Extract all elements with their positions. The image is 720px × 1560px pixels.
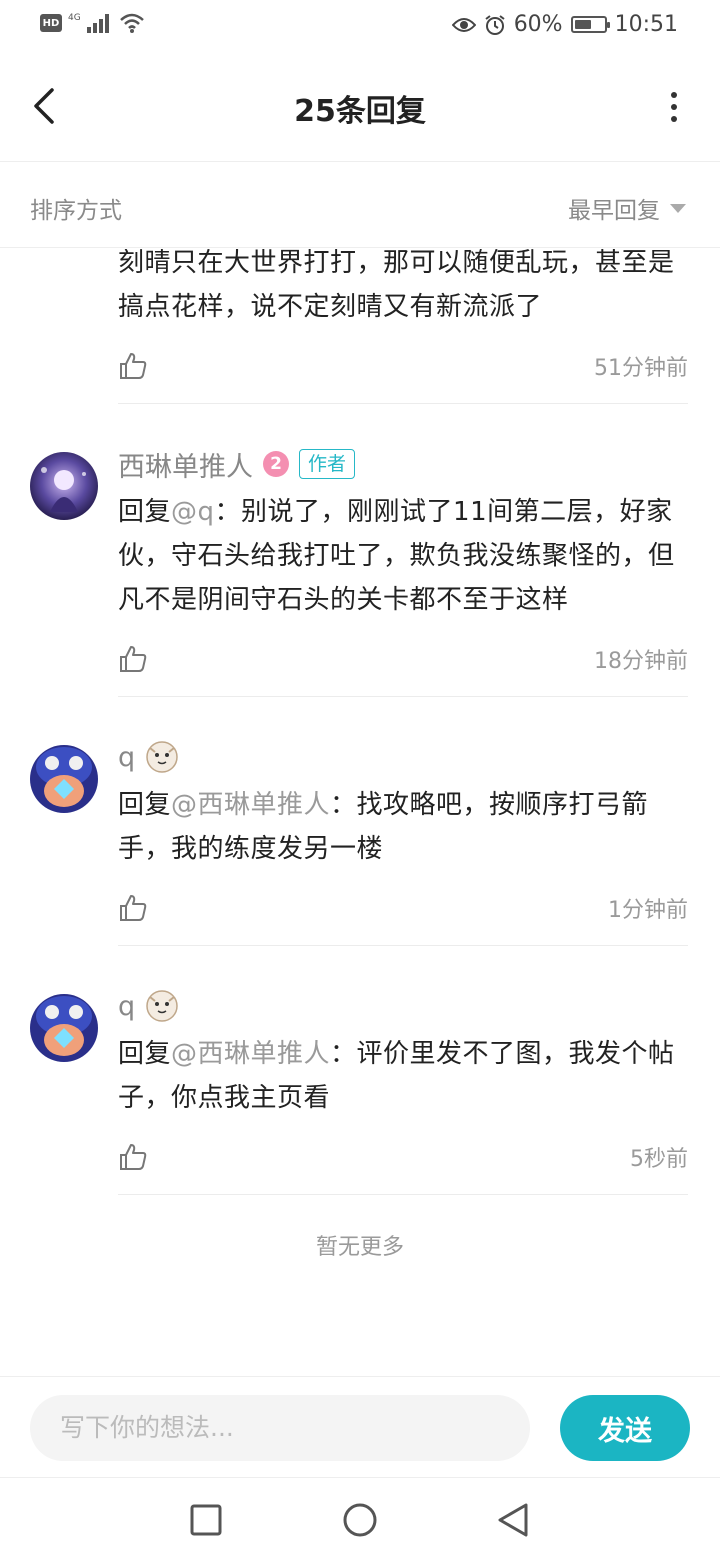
reply-item: q 回复@西琳单推人：找攻略吧，按顺序打弓箭手，我的练度发另一楼 1分钟前 <box>0 697 720 946</box>
battery-percent: 60% <box>513 12 563 37</box>
reply-time: 1分钟前 <box>608 898 688 923</box>
reply-body: q 回复@西琳单推人：评价里发不了图，我发个帖子，你点我主页看 5秒前 <box>118 986 688 1195</box>
no-more-text: 暂无更多 <box>315 1235 404 1260</box>
sort-bar: 排序方式 最早回复 <box>0 163 720 248</box>
reply-text: 回复@西琳单推人：找攻略吧，按顺序打弓箭手，我的练度发另一楼 <box>118 783 688 871</box>
level-badge: 2 <box>263 451 289 477</box>
reply-item: q 回复@西琳单推人：评价里发不了图，我发个帖子，你点我主页看 5秒前 <box>0 946 720 1195</box>
reply-item: 刻晴只在大世界打打，那可以随便乱玩，甚至是搞点花样，说不定刻晴又有新流派了 51… <box>0 249 720 404</box>
author-tag: 作者 <box>299 449 356 479</box>
reply-meta: 1分钟前 <box>118 881 688 935</box>
more-vertical-icon <box>671 92 677 122</box>
top-app-bar: 25条回复 <box>0 52 720 162</box>
reply-body: 刻晴只在大世界打打，那可以随便乱玩，甚至是搞点花样，说不定刻晴又有新流派了 51… <box>118 249 688 404</box>
reply-prefix: 回复 <box>118 790 172 820</box>
home-circle-icon[interactable] <box>340 1500 380 1540</box>
battery-level <box>574 20 592 29</box>
caret-down-icon <box>670 203 686 213</box>
reply-meta: 18分钟前 <box>118 632 688 686</box>
username[interactable]: q <box>118 742 135 773</box>
send-button[interactable]: 发送 <box>560 1395 690 1461</box>
network-type: 4G <box>68 13 81 23</box>
reply-time: 18分钟前 <box>594 649 688 674</box>
thumbs-up-icon[interactable] <box>118 351 148 381</box>
reply-prefix: 回复 <box>118 1039 172 1069</box>
alarm-icon <box>485 14 505 35</box>
status-right: 60% 10:51 <box>451 12 678 37</box>
reply-body: q 回复@西琳单推人：找攻略吧，按顺序打弓箭手，我的练度发另一楼 1分钟前 <box>118 737 688 946</box>
reply-meta: 5秒前 <box>118 1130 688 1184</box>
reply-text: 回复@西琳单推人：评价里发不了图，我发个帖子，你点我主页看 <box>118 1032 688 1120</box>
sort-label: 排序方式 <box>30 198 122 224</box>
wifi-icon <box>119 13 144 33</box>
back-triangle-icon[interactable] <box>494 1500 534 1540</box>
reply-header: q <box>118 986 688 1026</box>
avatar-image <box>30 745 98 813</box>
reply-input[interactable]: 写下你的想法... <box>30 1395 530 1461</box>
sort-value: 最早回复 <box>568 198 660 224</box>
battery-icon <box>570 16 610 33</box>
reply-header: 西琳单推人 2 作者 <box>118 444 688 484</box>
avatar[interactable] <box>30 452 98 520</box>
character-medal-icon <box>146 741 178 773</box>
reply-text: 回复@q：别说了，刚刚试了11间第二层，好家伙，守石头给我打吐了，欺负我没练聚怪… <box>118 490 688 622</box>
avatar-image <box>30 452 98 520</box>
clock: 10:51 <box>614 12 678 37</box>
reply-input-bar: 写下你的想法... 发送 <box>0 1376 720 1477</box>
status-left: HD 4G <box>40 12 145 34</box>
thumbs-up-icon[interactable] <box>118 644 148 674</box>
reply-text: 刻晴只在大世界打打，那可以随便乱玩，甚至是搞点花样，说不定刻晴又有新流派了 <box>118 249 675 322</box>
avatar[interactable] <box>30 994 98 1062</box>
reply-prefix: 回复 <box>118 497 172 527</box>
reply-time: 51分钟前 <box>594 356 688 381</box>
avatar-image <box>30 994 98 1062</box>
signal-icon <box>86 14 109 33</box>
reply-header: q <box>118 737 688 777</box>
recents-square-icon[interactable] <box>186 1500 226 1540</box>
more-options-button[interactable] <box>668 88 680 126</box>
avatar[interactable] <box>30 745 98 813</box>
mention-link[interactable]: @西琳单推人 <box>171 1039 330 1069</box>
username[interactable]: q <box>118 991 135 1022</box>
reply-list[interactable]: 刻晴只在大世界打打，那可以随便乱玩，甚至是搞点花样，说不定刻晴又有新流派了 51… <box>0 249 720 1376</box>
reply-body: 西琳单推人 2 作者 回复@q：别说了，刚刚试了11间第二层，好家伙，守石头给我… <box>118 444 688 697</box>
character-medal-icon <box>146 990 178 1022</box>
mention-link[interactable]: @q <box>171 497 215 527</box>
reply-meta: 51分钟前 <box>118 339 688 393</box>
page-title: 25条回复 <box>294 94 426 129</box>
thumbs-up-icon[interactable] <box>118 893 148 923</box>
system-nav-bar <box>0 1477 720 1560</box>
mention-link[interactable]: @西琳单推人 <box>171 790 330 820</box>
sort-dropdown[interactable]: 最早回复 <box>568 191 686 225</box>
status-bar: HD 4G 60% 10:51 <box>0 0 720 52</box>
hd-badge: HD <box>40 14 62 32</box>
reply-time: 5秒前 <box>630 1147 688 1172</box>
eye-icon <box>451 17 476 32</box>
reply-item: 西琳单推人 2 作者 回复@q：别说了，刚刚试了11间第二层，好家伙，守石头给我… <box>0 404 720 697</box>
thumbs-up-icon[interactable] <box>118 1142 148 1172</box>
username[interactable]: 西琳单推人 <box>118 445 253 484</box>
